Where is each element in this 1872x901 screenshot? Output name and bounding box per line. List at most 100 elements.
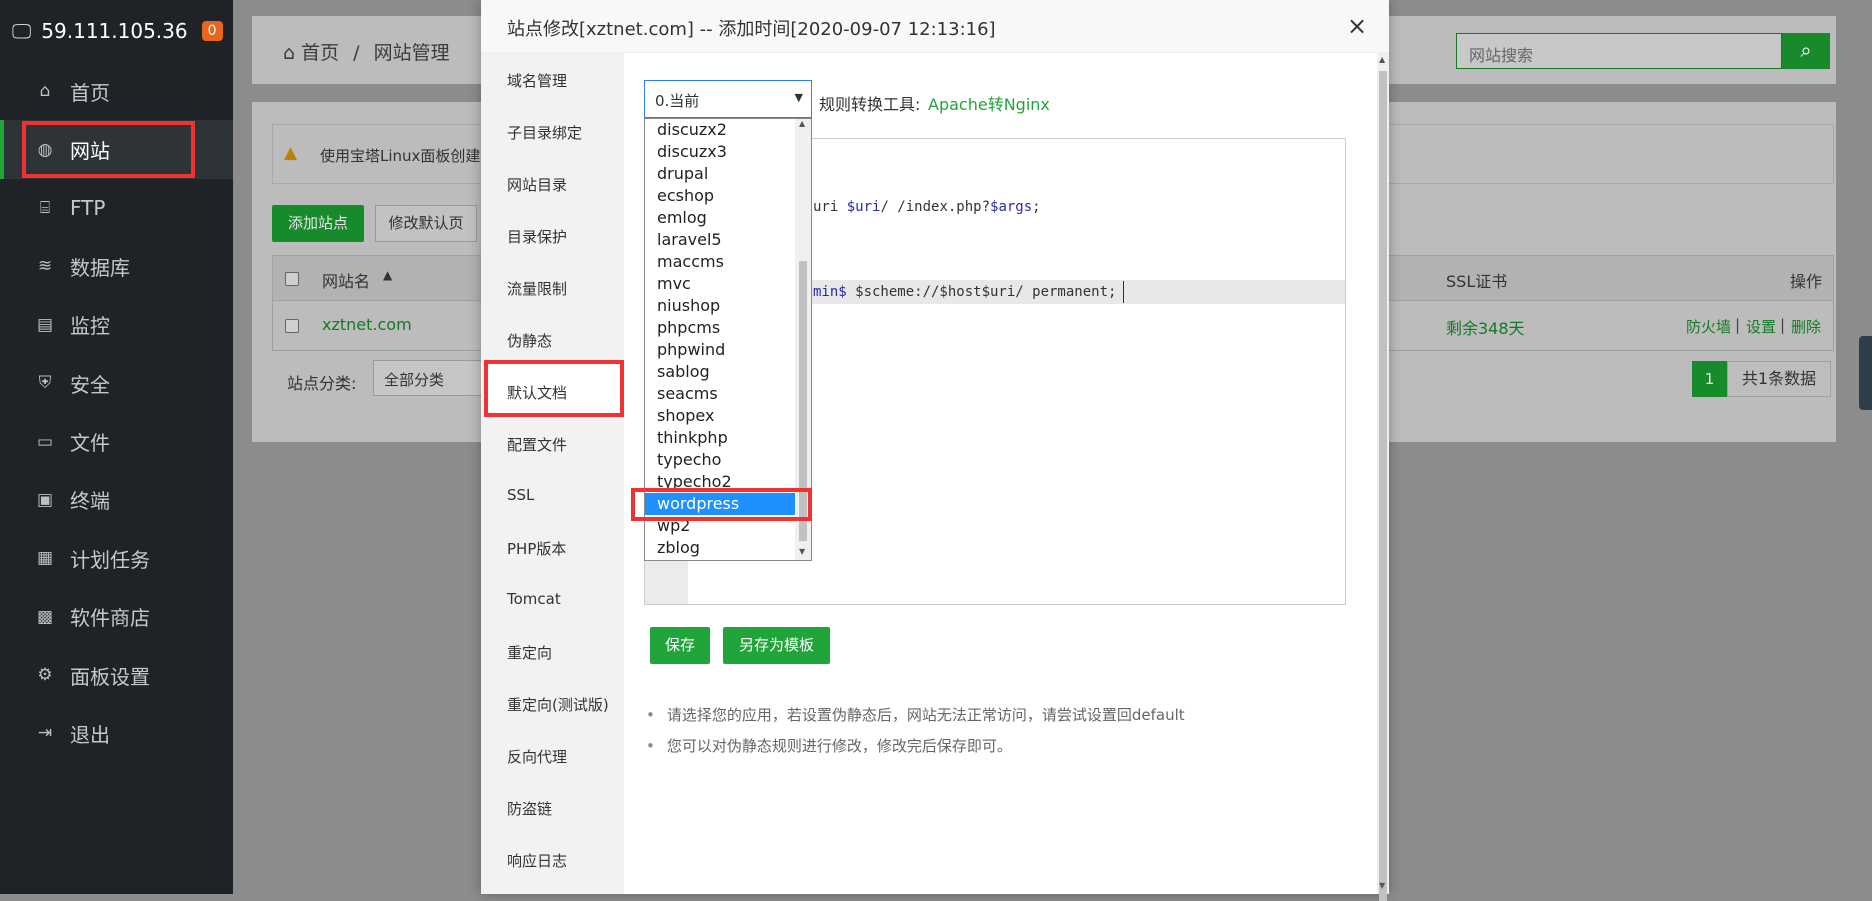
notification-badge[interactable]: 0 [201, 21, 223, 41]
save-button[interactable]: 保存 [650, 627, 710, 664]
modal-nav-item[interactable]: 默认文档 [507, 382, 567, 403]
dropdown-option[interactable]: seacms [645, 383, 811, 405]
tip-text: 您可以对伪静态规则进行修改，修改完后保存即可。 [646, 735, 1012, 756]
tip-text: 请选择您的应用，若设置伪静态后，网站无法正常访问，请尝试设置回default [646, 704, 1185, 725]
dropdown-option[interactable]: mvc [645, 273, 811, 295]
sidebar-item-4[interactable]: ▤ 监控 [0, 296, 233, 354]
scroll-down-icon[interactable]: ▼ [1379, 881, 1385, 890]
modal-nav-item[interactable]: 重定向(测试版) [507, 694, 609, 715]
monitor-icon: ▤ [36, 314, 54, 335]
rewrite-rule-select[interactable]: 0.当前 ▼ [644, 80, 812, 118]
add-site-button[interactable]: 添加站点 [272, 205, 364, 242]
sidebar-item-label: FTP [70, 195, 106, 220]
select-all-checkbox[interactable] [285, 272, 299, 286]
search-button[interactable]: ⌕ [1782, 33, 1830, 69]
server-header: 🖵 59.111.105.36 0 [0, 0, 233, 62]
dropdown-option[interactable]: ecshop [645, 185, 811, 207]
breadcrumb-separator: / [353, 42, 360, 64]
modal-nav-item[interactable]: 反向代理 [507, 746, 567, 767]
settings-link[interactable]: 设置 [1746, 316, 1776, 337]
gear-icon: ⚙ [37, 665, 53, 686]
logout-icon: ⇥ [37, 723, 53, 744]
modal-scrollbar[interactable]: ▲ ▼ [1377, 53, 1389, 901]
server-ip: 59.111.105.36 [41, 19, 188, 43]
action-separator: | [1735, 316, 1741, 334]
breadcrumb: ⌂ 首页 / 网站管理 [283, 38, 450, 65]
sidebar-item-11[interactable]: ⇥ 退出 [0, 704, 233, 762]
column-site-name[interactable]: 网站名 [322, 268, 370, 292]
dropdown-option[interactable]: discuzx3 [645, 141, 811, 163]
breadcrumb-current: 网站管理 [373, 42, 450, 64]
sidebar-item-label: 计划任务 [70, 547, 150, 572]
sidebar-item-label: 软件商店 [70, 606, 150, 631]
dropdown-option[interactable]: thinkphp [645, 427, 811, 449]
sidebar-item-label: 终端 [70, 489, 110, 514]
modal-scrollbar-thumb[interactable] [1379, 71, 1387, 901]
modal-nav-item[interactable]: 网站目录 [507, 174, 567, 195]
modal-nav-item[interactable]: 目录保护 [507, 226, 567, 247]
dropdown-option[interactable]: phpcms [645, 317, 811, 339]
shield-icon: ⛨ [38, 373, 52, 394]
dropdown-option[interactable]: emlog [645, 207, 811, 229]
modal-nav-item[interactable]: 防盗链 [507, 798, 552, 819]
modal-title: 站点修改[xztnet.com] -- 添加时间[2020-09-07 12:1… [507, 19, 996, 40]
sidebar-item-0[interactable]: ⌂ 首页 [0, 62, 233, 120]
highlight-box-wordpress [631, 488, 812, 521]
save-as-template-button[interactable]: 另存为模板 [723, 627, 830, 664]
dropdown-option[interactable]: phpwind [645, 339, 811, 361]
apache-to-nginx-link[interactable]: Apache转Nginx [928, 91, 1050, 115]
site-search-input[interactable]: 网站搜索 [1456, 33, 1782, 69]
dropdown-option[interactable]: sablog [645, 361, 811, 383]
notice-text: 使用宝塔Linux面板创建 [320, 147, 481, 165]
sidebar-item-label: 监控 [70, 314, 110, 339]
modal-nav-item[interactable]: Tomcat [507, 590, 561, 608]
modal-nav-item[interactable]: 子目录绑定 [507, 122, 582, 143]
modal-nav-item[interactable]: PHP版本 [507, 538, 566, 559]
sidebar-item-6[interactable]: ▭ 文件 [0, 412, 233, 470]
firewall-link[interactable]: 防火墙 [1686, 316, 1731, 337]
sidebar-item-3[interactable]: ≋ 数据库 [0, 237, 233, 295]
column-ssl: SSL证书 [1446, 272, 1508, 291]
modify-default-page-button[interactable]: 修改默认页 [375, 205, 477, 242]
folder-icon: ▭ [36, 431, 54, 452]
dropdown-option[interactable]: zblog [645, 537, 811, 559]
modal-nav-item[interactable]: 重定向 [507, 642, 552, 663]
sidebar-item-2[interactable]: ⌸ FTP [0, 179, 233, 237]
dropdown-option[interactable]: shopex [645, 405, 811, 427]
dropdown-option[interactable]: drupal [645, 163, 811, 185]
dropdown-option[interactable]: typecho [645, 449, 811, 471]
modal-nav-item[interactable]: 流量限制 [507, 278, 567, 299]
dropdown-option[interactable]: discuzx2 [645, 119, 811, 141]
sidebar-item-5[interactable]: ⛨ 安全 [0, 354, 233, 412]
scroll-down-icon[interactable]: ▼ [799, 547, 805, 556]
modal-nav-item[interactable]: 配置文件 [507, 434, 567, 455]
sidebar-item-label: 面板设置 [70, 664, 150, 689]
dropdown-option[interactable]: laravel5 [645, 229, 811, 251]
scroll-up-icon[interactable]: ▲ [799, 119, 805, 128]
modal-nav-item[interactable]: 域名管理 [507, 70, 567, 91]
modal-nav-item[interactable]: 响应日志 [507, 850, 567, 871]
page-1-button[interactable]: 1 [1692, 361, 1727, 397]
sidebar-item-10[interactable]: ⚙ 面板设置 [0, 646, 233, 704]
sidebar-item-label: 退出 [70, 722, 110, 747]
dropdown-option[interactable]: maccms [645, 251, 811, 273]
dropdown-option[interactable]: niushop [645, 295, 811, 317]
dropdown-arrow-icon: ▼ [794, 91, 803, 104]
side-feedback-tab[interactable] [1859, 336, 1872, 410]
modal-nav-item[interactable]: 伪静态 [507, 330, 552, 351]
sidebar-item-label: 文件 [70, 431, 110, 456]
breadcrumb-home[interactable]: 首页 [301, 42, 339, 64]
site-name-link[interactable]: xztnet.com [322, 315, 412, 334]
site-category-label: 站点分类: [287, 374, 357, 393]
scroll-up-icon[interactable]: ▲ [1379, 55, 1385, 64]
delete-link[interactable]: 删除 [1791, 316, 1821, 337]
sidebar-item-9[interactable]: ▩ 软件商店 [0, 588, 233, 646]
sort-asc-icon[interactable]: ▲ [383, 268, 392, 282]
row-checkbox[interactable] [285, 319, 299, 333]
site-category-select[interactable]: 全部分类 [373, 360, 483, 396]
close-icon[interactable]: × [1347, 12, 1367, 40]
sidebar-item-8[interactable]: ▦ 计划任务 [0, 529, 233, 587]
sidebar-item-7[interactable]: ▣ 终端 [0, 471, 233, 529]
modal-nav-item[interactable]: SSL [507, 486, 534, 504]
ssl-remaining[interactable]: 剩余348天 [1446, 315, 1525, 339]
